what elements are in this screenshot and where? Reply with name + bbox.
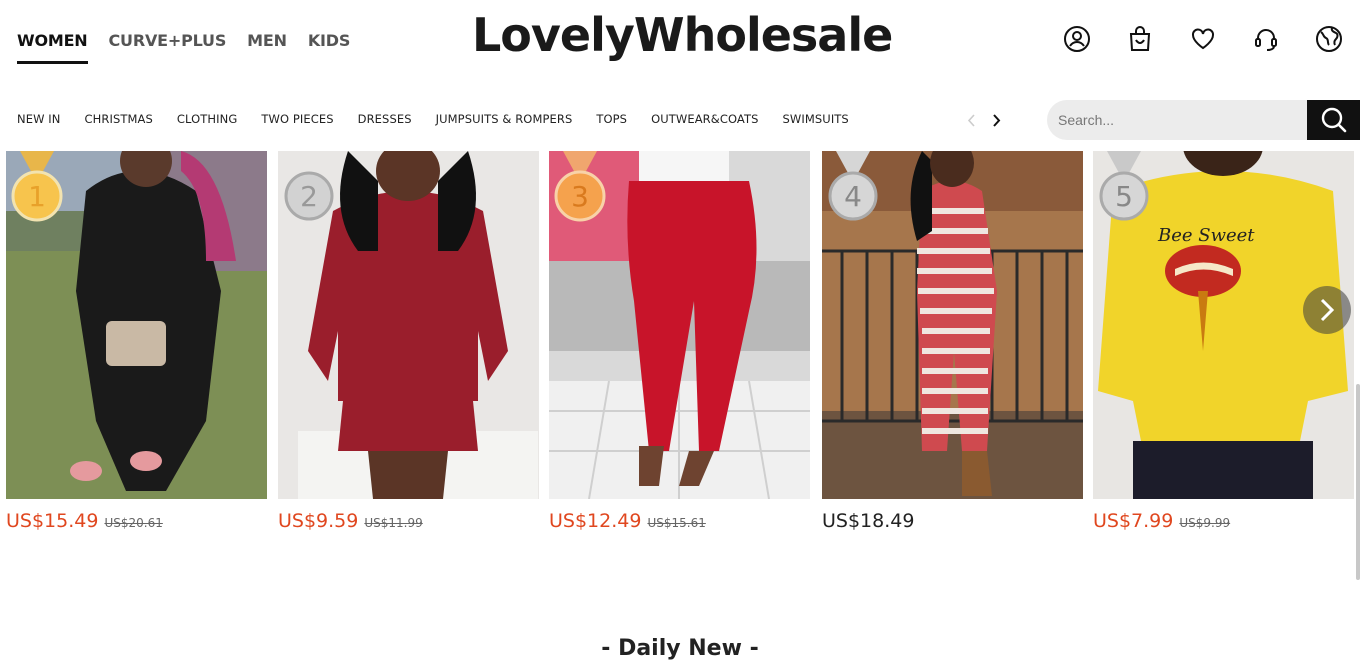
nav-tops[interactable]: TOPS	[596, 112, 627, 126]
sale-price: US$12.49	[549, 510, 642, 532]
category-nav-arrows	[963, 110, 1005, 130]
search-icon	[1321, 107, 1346, 133]
product-image[interactable]: 2	[278, 151, 539, 499]
original-price: US$15.61	[647, 516, 706, 530]
section-title-daily-new: - Daily New -	[601, 636, 759, 661]
svg-text:4: 4	[844, 180, 862, 213]
price: US$18.49	[822, 510, 915, 532]
tab-curve-plus[interactable]: CURVE+PLUS	[109, 31, 227, 64]
price-row: US$18.49	[822, 510, 1083, 532]
chevron-right-icon	[1320, 298, 1334, 322]
product-image[interactable]: 3	[549, 151, 810, 499]
account-icon[interactable]	[1063, 24, 1091, 54]
bronze-medal-icon: 3	[554, 151, 606, 222]
svg-text:2: 2	[300, 180, 318, 213]
shirt-print-text: Bee Sweet	[1157, 225, 1255, 246]
original-price: US$20.61	[104, 516, 163, 530]
customer-service-icon[interactable]	[1252, 24, 1280, 54]
nav-swimsuits[interactable]: SWIMSUITS	[783, 112, 849, 126]
product-card[interactable]: 4 US$18.49	[822, 151, 1083, 532]
product-card[interactable]: Bee Sweet 5 US$7.99 US$9.99	[1093, 151, 1354, 532]
price-row: US$12.49 US$15.61	[549, 510, 810, 532]
gold-medal-icon: 1	[11, 151, 63, 222]
original-price: US$11.99	[364, 516, 423, 530]
sale-price: US$7.99	[1093, 510, 1174, 532]
silver-medal-icon: 2	[284, 171, 334, 221]
nav-christmas[interactable]: CHRISTMAS	[85, 112, 153, 126]
carousel-next-button[interactable]	[1303, 286, 1351, 334]
globe-icon[interactable]	[1315, 24, 1343, 54]
svg-text:1: 1	[28, 180, 46, 213]
search-button[interactable]	[1307, 100, 1360, 140]
search-input[interactable]	[1047, 100, 1307, 140]
header-actions	[1063, 24, 1343, 54]
nav-clothing[interactable]: CLOTHING	[177, 112, 237, 126]
svg-text:3: 3	[571, 180, 589, 213]
tab-kids[interactable]: KIDS	[308, 31, 351, 64]
svg-text:5: 5	[1115, 180, 1133, 213]
sale-price: US$15.49	[6, 510, 99, 532]
nav-jumpsuits-rompers[interactable]: JUMPSUITS & ROMPERS	[436, 112, 573, 126]
price-row: US$15.49 US$20.61	[6, 510, 267, 532]
wishlist-heart-icon[interactable]	[1189, 24, 1217, 54]
search-bar	[1047, 100, 1360, 140]
nav-dresses[interactable]: DRESSES	[358, 112, 412, 126]
silver-medal-icon: 4	[828, 151, 878, 221]
tab-women[interactable]: WOMEN	[17, 31, 88, 64]
page-scrollbar[interactable]	[1356, 384, 1360, 580]
sale-price: US$9.59	[278, 510, 359, 532]
chevron-left-icon[interactable]	[963, 110, 979, 130]
product-image[interactable]: 4	[822, 151, 1083, 499]
product-card[interactable]: 3 US$12.49 US$15.61	[549, 151, 810, 532]
price-row: US$9.59 US$11.99	[278, 510, 539, 532]
product-image[interactable]: 1	[6, 151, 267, 499]
original-price: US$9.99	[1179, 516, 1231, 530]
product-card[interactable]: 1 US$15.49 US$20.61	[6, 151, 267, 532]
price-row: US$7.99 US$9.99	[1093, 510, 1354, 532]
chevron-right-icon[interactable]	[989, 110, 1005, 130]
site-logo[interactable]: LovelyWholesale	[472, 8, 893, 62]
product-card[interactable]: 2 US$9.59 US$11.99	[278, 151, 539, 532]
shopping-bag-icon[interactable]	[1126, 24, 1154, 54]
category-nav: NEW IN CHRISTMAS CLOTHING TWO PIECES DRE…	[17, 112, 849, 126]
nav-two-pieces[interactable]: TWO PIECES	[261, 112, 333, 126]
gender-tabs: WOMEN CURVE+PLUS MEN KIDS	[17, 31, 350, 64]
bestseller-carousel: 1 US$15.49 US$20.61 2 US$9.59 US$11.99 3…	[6, 151, 1360, 551]
silver-medal-icon: 5	[1099, 151, 1149, 221]
nav-outwear-coats[interactable]: OUTWEAR&COATS	[651, 112, 758, 126]
nav-new-in[interactable]: NEW IN	[17, 112, 61, 126]
tab-men[interactable]: MEN	[247, 31, 287, 64]
